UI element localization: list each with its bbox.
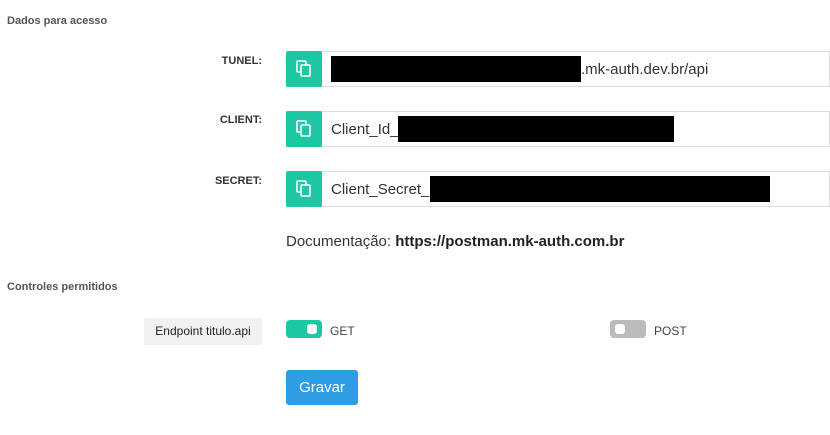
access-section-title: Dados para acesso xyxy=(7,15,108,27)
redacted-block xyxy=(398,116,674,142)
api-settings-page: Dados para acesso TUNEL: .mk-auth.dev.br… xyxy=(0,0,830,435)
tunel-label: TUNEL: xyxy=(221,55,262,67)
get-toggle-label: GET xyxy=(330,324,355,338)
toggle-knob xyxy=(307,324,317,334)
redacted-block xyxy=(430,176,770,202)
tunel-value: .mk-auth.dev.br/api xyxy=(581,61,709,78)
secret-field[interactable]: Client_Secret_ xyxy=(286,171,830,207)
documentation-line: Documentação: https://postman.mk-auth.co… xyxy=(286,233,624,250)
client-label: CLIENT: xyxy=(219,114,262,126)
redacted-block xyxy=(331,56,581,82)
client-field[interactable]: Client_Id_ xyxy=(286,111,830,147)
copy-tunel-button[interactable] xyxy=(286,51,322,87)
client-value: Client_Id_ xyxy=(331,121,399,138)
save-button[interactable]: Gravar xyxy=(286,370,358,405)
secret-value: Client_Secret_ xyxy=(331,181,430,198)
secret-label: SECRET: xyxy=(214,175,262,187)
copy-client-button[interactable] xyxy=(286,111,322,147)
copy-icon xyxy=(296,120,311,137)
get-toggle[interactable] xyxy=(286,320,322,338)
copy-icon xyxy=(296,180,311,197)
copy-icon xyxy=(296,60,311,77)
documentation-label: Documentação: xyxy=(286,233,392,250)
controls-section-title: Controles permitidos xyxy=(7,281,118,293)
post-toggle-label: POST xyxy=(654,324,687,338)
documentation-link[interactable]: https://postman.mk-auth.com.br xyxy=(395,233,624,250)
endpoint-label: Endpoint titulo.api xyxy=(144,318,262,345)
tunel-field[interactable]: .mk-auth.dev.br/api xyxy=(286,51,830,87)
post-toggle[interactable] xyxy=(610,320,646,338)
copy-secret-button[interactable] xyxy=(286,171,322,207)
toggle-knob xyxy=(615,324,625,334)
